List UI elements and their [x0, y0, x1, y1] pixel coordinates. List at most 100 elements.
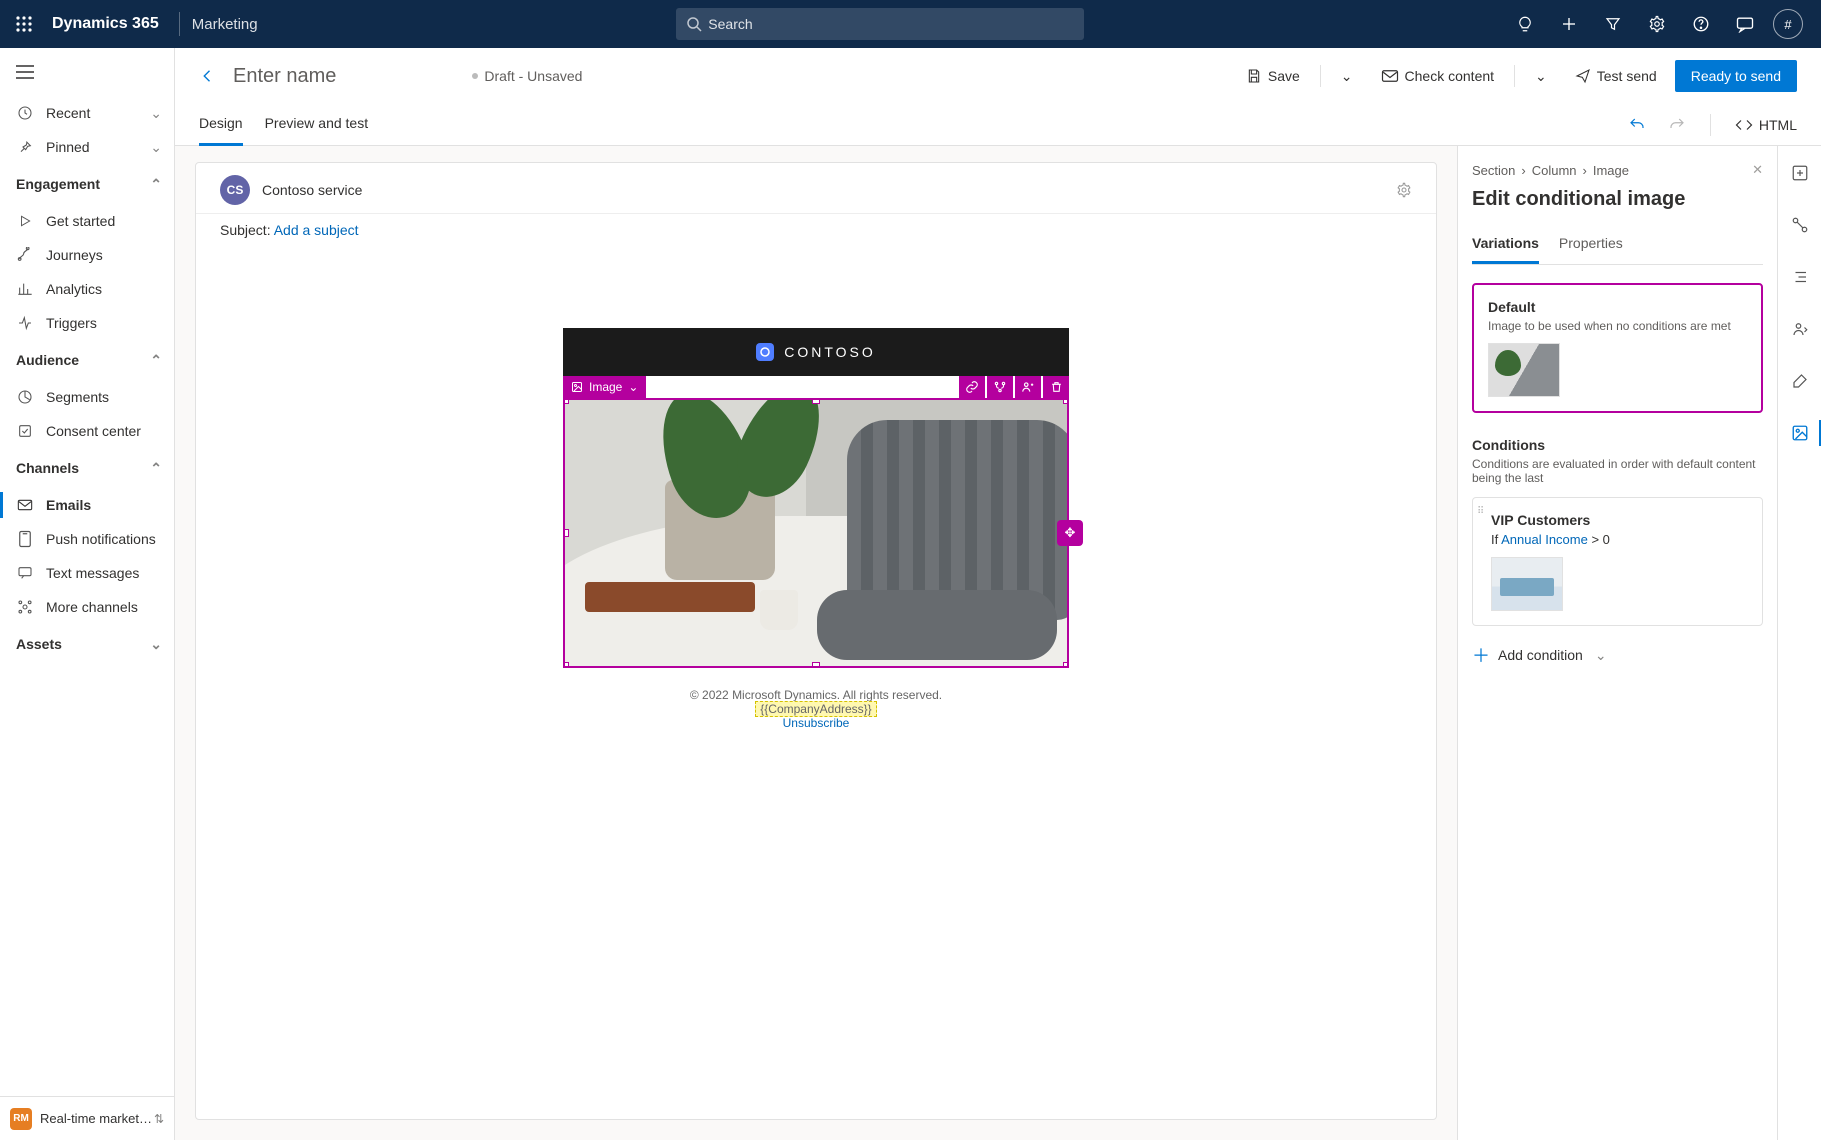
crumb-section[interactable]: Section	[1472, 163, 1515, 178]
test-send-button[interactable]: Test send	[1565, 60, 1667, 92]
help-icon[interactable]	[1679, 0, 1723, 48]
email-brand-bar: CONTOSO	[563, 328, 1069, 376]
nav-get-started[interactable]: Get started	[0, 204, 174, 238]
chevron-updown-icon: ⇅	[154, 1112, 164, 1126]
push-icon	[16, 530, 34, 548]
add-condition-button[interactable]: ＋ Add condition ⌄	[1472, 642, 1763, 668]
chevron-up-icon: ⌃	[150, 176, 162, 193]
user-avatar[interactable]: #	[1773, 9, 1803, 39]
rail-image-icon[interactable]	[1778, 418, 1821, 448]
nav-segments[interactable]: Segments	[0, 380, 174, 414]
nav-more-channels[interactable]: More channels	[0, 590, 174, 624]
sel-tool-personalize[interactable]	[1015, 376, 1041, 398]
rail-personalize-icon[interactable]	[1778, 314, 1821, 344]
footer-copyright: © 2022 Microsoft Dynamics. All rights re…	[573, 688, 1059, 702]
condition-thumbnail[interactable]	[1491, 557, 1563, 611]
analytics-icon	[16, 281, 34, 297]
rail-outline-icon[interactable]	[1778, 262, 1821, 292]
gear-icon[interactable]	[1635, 0, 1679, 48]
default-thumbnail[interactable]	[1488, 343, 1560, 397]
nav-pinned-label: Pinned	[46, 139, 90, 155]
selected-image-block[interactable]	[563, 398, 1069, 668]
add-subject-link[interactable]: Add a subject	[274, 222, 359, 238]
chevron-up-icon: ⌃	[150, 460, 162, 477]
design-surface[interactable]: CONTOSO Image ⌄	[196, 248, 1436, 1119]
check-content-button[interactable]: Check content	[1371, 60, 1505, 92]
consent-icon	[16, 423, 34, 439]
nav-group-audience[interactable]: Audience ⌃	[0, 340, 174, 380]
default-title: Default	[1488, 299, 1747, 315]
subject-label: Subject:	[220, 222, 274, 238]
redo-button[interactable]	[1668, 116, 1686, 134]
condition-card[interactable]: ⠿ VIP Customers If Annual Income > 0	[1472, 497, 1763, 626]
selection-label[interactable]: Image ⌄	[563, 376, 646, 398]
drag-handle-icon[interactable]: ⠿	[1477, 510, 1484, 514]
check-dropdown[interactable]: ⌄	[1525, 60, 1557, 92]
tab-preview[interactable]: Preview and test	[265, 104, 369, 146]
sender-name[interactable]: Contoso service	[262, 182, 362, 198]
move-handle-icon[interactable]: ✥	[1057, 520, 1083, 546]
nav-push[interactable]: Push notifications	[0, 522, 174, 556]
save-icon	[1246, 68, 1262, 84]
crumb-image[interactable]: Image	[1593, 163, 1629, 178]
nav-pinned[interactable]: Pinned ⌄	[0, 130, 174, 164]
journey-icon	[16, 247, 34, 263]
filter-icon[interactable]	[1591, 0, 1635, 48]
app-launcher-icon[interactable]	[8, 8, 40, 40]
play-icon	[16, 214, 34, 228]
unsubscribe-link[interactable]: Unsubscribe	[783, 716, 850, 730]
brand-label[interactable]: Dynamics 365	[40, 15, 167, 33]
nav-group-engagement[interactable]: Engagement ⌃	[0, 164, 174, 204]
default-variation-card[interactable]: Default Image to be used when no conditi…	[1472, 283, 1763, 413]
subject-row[interactable]: Subject: Add a subject	[196, 213, 1436, 248]
left-nav: Recent ⌄ Pinned ⌄ Engagement ⌃ Get start…	[0, 48, 175, 1140]
nav-analytics[interactable]: Analytics	[0, 272, 174, 306]
back-button[interactable]	[199, 67, 217, 85]
nav-recent[interactable]: Recent ⌄	[0, 96, 174, 130]
sel-tool-delete[interactable]	[1043, 376, 1069, 398]
condition-field-link[interactable]: Annual Income	[1501, 532, 1588, 547]
nav-collapse-icon[interactable]	[0, 48, 174, 96]
save-dropdown[interactable]: ⌄	[1331, 60, 1363, 92]
tab-design[interactable]: Design	[199, 104, 243, 146]
save-button[interactable]: Save	[1236, 60, 1310, 92]
panel-tab-variations[interactable]: Variations	[1472, 227, 1539, 264]
sms-icon	[16, 565, 34, 581]
undo-button[interactable]	[1628, 116, 1646, 134]
nav-more-channels-label: More channels	[46, 599, 138, 615]
design-canvas: CS Contoso service Subject: Add a subjec…	[175, 146, 1457, 1140]
crumb-column[interactable]: Column	[1532, 163, 1577, 178]
email-settings-icon[interactable]	[1396, 182, 1412, 198]
close-panel-icon[interactable]: ✕	[1752, 162, 1763, 178]
plus-icon[interactable]	[1547, 0, 1591, 48]
nav-consent[interactable]: Consent center	[0, 414, 174, 448]
area-switcher[interactable]: RM Real-time marketi… ⇅	[0, 1096, 174, 1140]
area-badge: RM	[10, 1108, 32, 1130]
nav-group-assets[interactable]: Assets ⌄	[0, 624, 174, 664]
assistant-icon[interactable]	[1723, 0, 1767, 48]
ready-to-send-button[interactable]: Ready to send	[1675, 60, 1797, 92]
global-search[interactable]: Search	[676, 8, 1084, 40]
rail-connect-icon[interactable]	[1778, 210, 1821, 240]
sel-tool-link[interactable]	[959, 376, 985, 398]
chevron-down-icon: ⌄	[150, 636, 162, 653]
sender-avatar: CS	[220, 175, 250, 205]
page-title[interactable]: Enter name	[233, 65, 336, 88]
html-view-button[interactable]: HTML	[1735, 117, 1797, 133]
condition-expression: If Annual Income > 0	[1491, 532, 1748, 547]
nav-emails[interactable]: Emails	[0, 488, 174, 522]
clock-icon	[16, 105, 34, 121]
footer-address-token[interactable]: {{CompanyAddress}}	[755, 701, 876, 717]
rail-theme-icon[interactable]	[1778, 366, 1821, 396]
idea-icon[interactable]	[1503, 0, 1547, 48]
nav-texts[interactable]: Text messages	[0, 556, 174, 590]
nav-triggers[interactable]: Triggers	[0, 306, 174, 340]
sel-tool-branch[interactable]	[987, 376, 1013, 398]
nav-segments-label: Segments	[46, 389, 109, 405]
panel-tab-properties[interactable]: Properties	[1559, 227, 1623, 264]
app-name[interactable]: Marketing	[192, 16, 258, 33]
nav-journeys[interactable]: Journeys	[0, 238, 174, 272]
nav-group-channels[interactable]: Channels ⌃	[0, 448, 174, 488]
rail-add-icon[interactable]	[1778, 158, 1821, 188]
chevron-down-icon: ⌄	[1341, 68, 1353, 85]
